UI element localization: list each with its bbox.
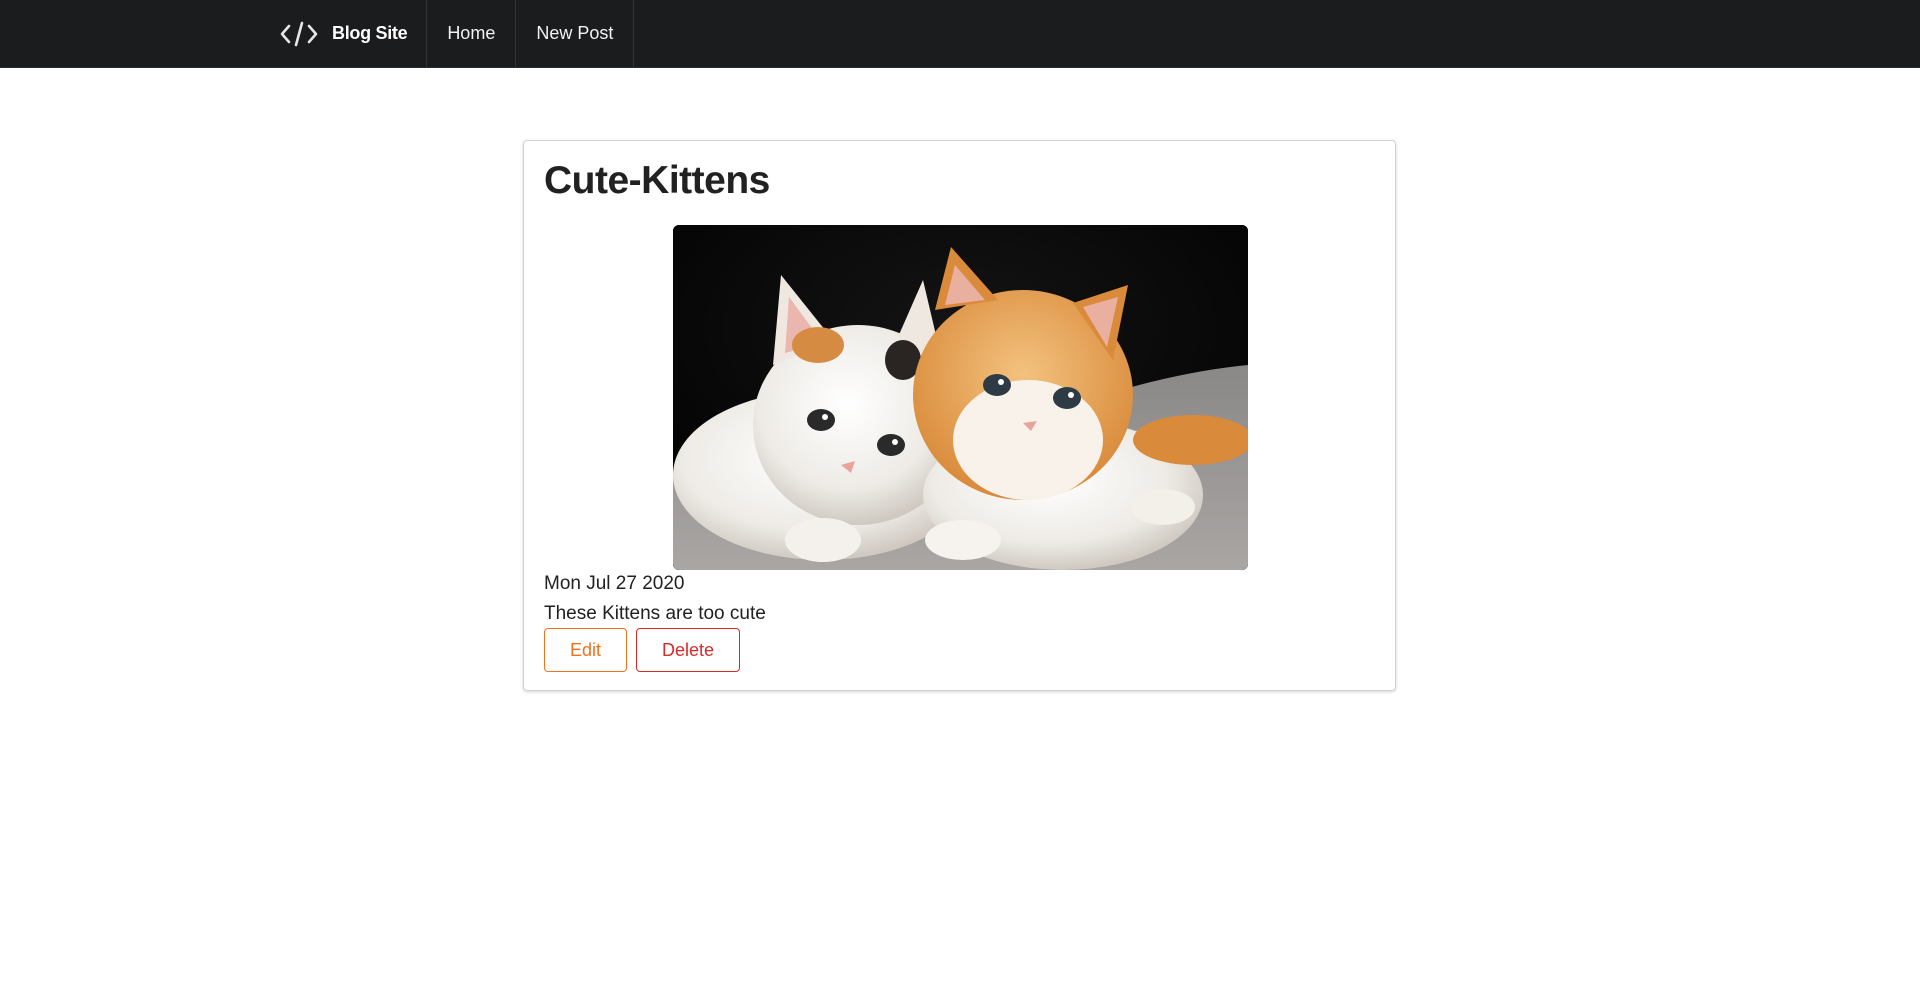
post-card: Cute-Kittens Mon Jul 27 2020 These Kitte… xyxy=(523,140,1396,691)
brand-label: Blog Site xyxy=(332,23,408,43)
post-image xyxy=(673,225,1248,570)
nav-item-home[interactable]: Home xyxy=(427,0,517,67)
nav-item-new-post[interactable]: New Post xyxy=(516,0,635,67)
brand-link[interactable]: Blog Site xyxy=(262,0,428,67)
navbar-menu: Blog Site Home New Post xyxy=(262,0,635,67)
post-title: Cute-Kittens xyxy=(544,159,770,202)
delete-button[interactable]: Delete xyxy=(636,628,740,672)
top-navbar: Blog Site Home New Post xyxy=(0,0,1920,68)
code-icon xyxy=(280,20,318,48)
post-body: These Kittens are too cute xyxy=(544,603,766,624)
edit-button[interactable]: Edit xyxy=(544,628,627,672)
post-date: Mon Jul 27 2020 xyxy=(544,573,685,594)
